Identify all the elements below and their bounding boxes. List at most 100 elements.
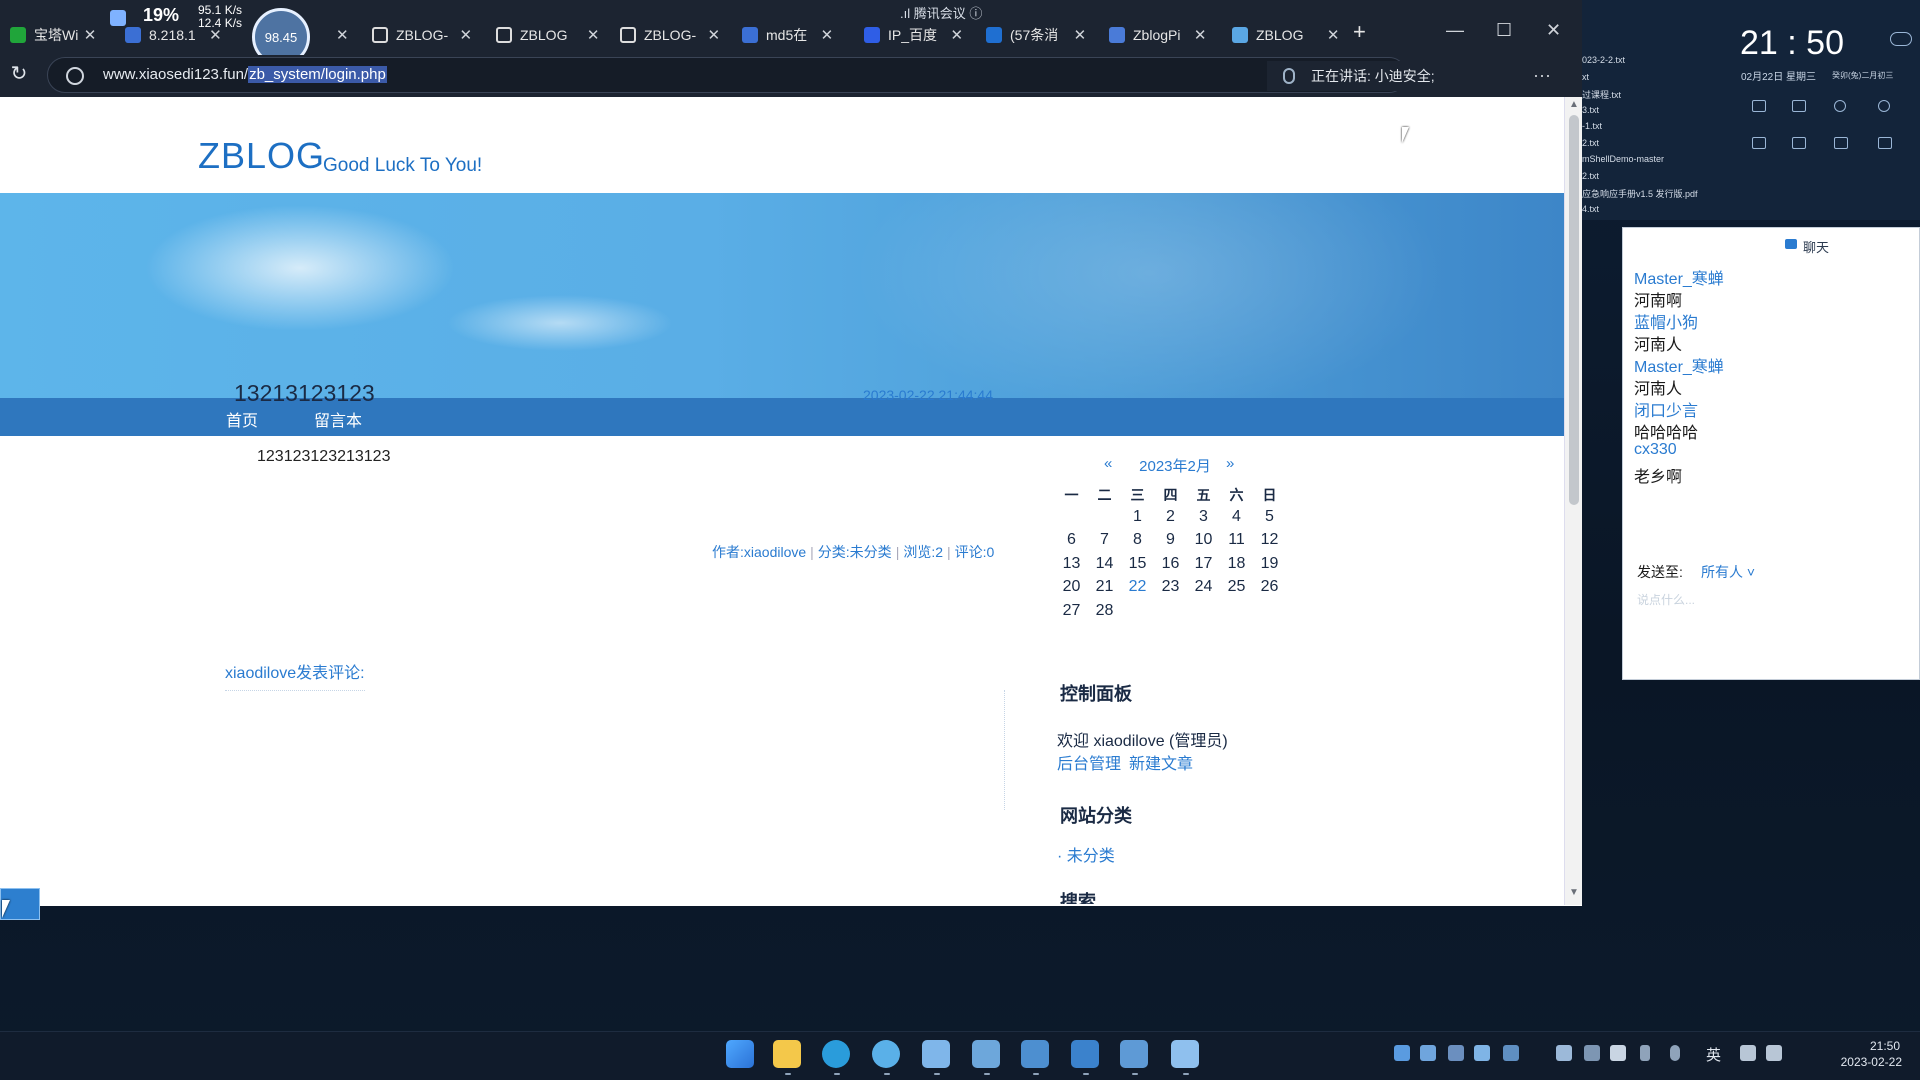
tab-zblogphp[interactable]: ZblogPi ✕ <box>1109 18 1206 52</box>
tab-close-icon[interactable]: ✕ <box>336 18 349 52</box>
widget-icon[interactable] <box>1792 100 1806 112</box>
calendar-day[interactable]: 2 <box>1154 508 1187 526</box>
network-icon[interactable] <box>1740 1045 1756 1061</box>
post-author[interactable]: 作者:xiaodilove <box>712 544 806 560</box>
tab-close-icon[interactable]: ✕ <box>1074 26 1087 44</box>
calendar-day[interactable]: 23 <box>1154 578 1187 596</box>
file-explorer-icon[interactable] <box>773 1040 801 1068</box>
tab-zblog-3[interactable]: ZBLOG- ✕ <box>620 18 720 52</box>
tab-csdn[interactable]: (57条消 ✕ <box>986 18 1086 52</box>
taskbar-time[interactable]: 21:50 <box>1844 1039 1900 1053</box>
folder-icon[interactable] <box>1752 137 1766 149</box>
calendar-day[interactable]: 16 <box>1154 555 1187 573</box>
tab-close-icon[interactable]: ✕ <box>587 26 600 44</box>
volume-icon[interactable] <box>1766 1045 1782 1061</box>
calendar-day[interactable]: 18 <box>1220 555 1253 573</box>
tab-close-icon[interactable]: ✕ <box>1194 26 1207 44</box>
tab-baota[interactable]: 宝塔Wi ✕ <box>10 18 96 52</box>
chat-input[interactable]: 说点什么... <box>1637 591 1695 608</box>
new-post-link[interactable]: 新建文章 <box>1129 750 1193 774</box>
tab-zblog-1[interactable]: ZBLOG- ✕ <box>372 18 472 52</box>
desktop-file[interactable]: 2.txt <box>1582 138 1599 148</box>
calendar-day[interactable]: 28 <box>1088 602 1121 620</box>
calendar-day[interactable]: 15 <box>1121 555 1154 573</box>
post-category[interactable]: 分类:未分类 <box>818 544 892 560</box>
calendar-day[interactable]: 7 <box>1088 531 1121 549</box>
tray-app-icon[interactable] <box>1448 1045 1464 1061</box>
power-icon[interactable] <box>1878 100 1890 112</box>
calendar-day[interactable]: 26 <box>1253 578 1286 596</box>
scroll-up-icon[interactable]: ▲ <box>1569 99 1579 110</box>
calendar-day[interactable]: 5 <box>1253 508 1286 526</box>
calendar-day[interactable]: 22 <box>1121 578 1154 596</box>
start-icon[interactable] <box>726 1040 754 1068</box>
maximize-button[interactable]: ☐ <box>1496 20 1512 41</box>
widget-icon[interactable] <box>1834 137 1848 149</box>
url-field[interactable]: www.xiaosedi123.fun/zb_system/login.php <box>47 57 1407 93</box>
tab-zblog-2[interactable]: ZBLOG ✕ <box>496 18 599 52</box>
desktop-file[interactable]: -1.txt <box>1582 121 1602 131</box>
calendar-day[interactable]: 13 <box>1055 555 1088 573</box>
calendar-day[interactable]: 9 <box>1154 531 1187 549</box>
tab-close-icon[interactable]: ✕ <box>209 26 222 44</box>
tray-app-icon[interactable] <box>1503 1045 1519 1061</box>
calendar-day[interactable]: 14 <box>1088 555 1121 573</box>
nav-guestbook[interactable]: 留言本 <box>314 407 362 431</box>
desktop-file[interactable]: 应急响应手册v1.5 发行版.pdf <box>1582 187 1698 200</box>
scroll-down-icon[interactable]: ▼ <box>1569 887 1579 898</box>
minimize-button[interactable]: — <box>1446 20 1464 41</box>
tab-close-icon[interactable]: ✕ <box>460 26 473 44</box>
app-icon[interactable] <box>1071 1040 1099 1068</box>
calendar-day[interactable]: 25 <box>1220 578 1253 596</box>
scrollbar-thumb[interactable] <box>1569 115 1579 505</box>
calendar-day[interactable]: 17 <box>1187 555 1220 573</box>
calendar-day[interactable]: 10 <box>1187 531 1220 549</box>
tab-close-icon[interactable]: ✕ <box>950 26 963 44</box>
tab-close-icon[interactable]: ✕ <box>1327 26 1340 44</box>
calendar-next-button[interactable]: » <box>1226 455 1234 472</box>
desktop-file[interactable]: 3.txt <box>1582 105 1599 115</box>
add-icon[interactable] <box>1878 137 1892 149</box>
tab-close-icon[interactable]: ✕ <box>708 26 721 44</box>
tab-ip-server[interactable]: 8.218.1 ✕ <box>125 18 222 52</box>
desktop-file[interactable]: mShellDemo-master <box>1582 154 1664 164</box>
shield-icon[interactable] <box>1394 1045 1410 1061</box>
input-language[interactable]: 英 <box>1706 1044 1721 1065</box>
battery-icon[interactable] <box>1640 1045 1650 1061</box>
globe-icon[interactable] <box>66 67 84 85</box>
tab-ip-baidu[interactable]: IP_百度 ✕ <box>864 18 963 52</box>
tray-app-icon[interactable] <box>1584 1045 1600 1061</box>
site-title[interactable]: ZBLOG <box>198 135 325 177</box>
info-icon[interactable]: ⓘ <box>966 6 982 21</box>
mic-icon[interactable] <box>1670 1045 1680 1061</box>
app-icon[interactable] <box>922 1040 950 1068</box>
desktop-file[interactable]: 4.txt <box>1582 204 1599 214</box>
tray-app-icon[interactable] <box>1420 1045 1436 1061</box>
notepad-icon[interactable] <box>1171 1040 1199 1068</box>
calendar-day[interactable]: 11 <box>1220 531 1253 549</box>
calendar-day[interactable]: 20 <box>1055 578 1088 596</box>
tab-md5[interactable]: md5在 ✕ <box>742 18 833 52</box>
calendar-day[interactable]: 12 <box>1253 531 1286 549</box>
tray-app-icon[interactable] <box>1474 1045 1490 1061</box>
tray-app-icon[interactable] <box>1610 1045 1626 1061</box>
calendar-day[interactable]: 24 <box>1187 578 1220 596</box>
post-comments[interactable]: 评论:0 <box>955 544 995 560</box>
cloud-icon[interactable] <box>1890 32 1912 46</box>
tray-app-icon[interactable] <box>1556 1045 1572 1061</box>
calendar-day[interactable]: 8 <box>1121 531 1154 549</box>
calendar-day[interactable]: 19 <box>1253 555 1286 573</box>
admin-link[interactable]: 后台管理 <box>1057 750 1121 774</box>
nav-home[interactable]: 首页 <box>226 407 258 431</box>
close-window-button[interactable]: ✕ <box>1546 20 1561 41</box>
calendar-day[interactable]: 4 <box>1220 508 1253 526</box>
app-icon[interactable] <box>1120 1040 1148 1068</box>
widget-icon[interactable] <box>1752 100 1766 112</box>
post-title[interactable]: 13213123123 <box>234 380 375 407</box>
send-to-select[interactable]: 所有人 ˅ <box>1701 562 1755 582</box>
calendar-day[interactable]: 1 <box>1121 508 1154 526</box>
calendar-day[interactable]: 6 <box>1055 531 1088 549</box>
category-uncategorized[interactable]: · 未分类 <box>1057 842 1115 866</box>
desktop-file[interactable]: 023-2-2.txt <box>1582 55 1625 65</box>
browser-icon[interactable] <box>872 1040 900 1068</box>
